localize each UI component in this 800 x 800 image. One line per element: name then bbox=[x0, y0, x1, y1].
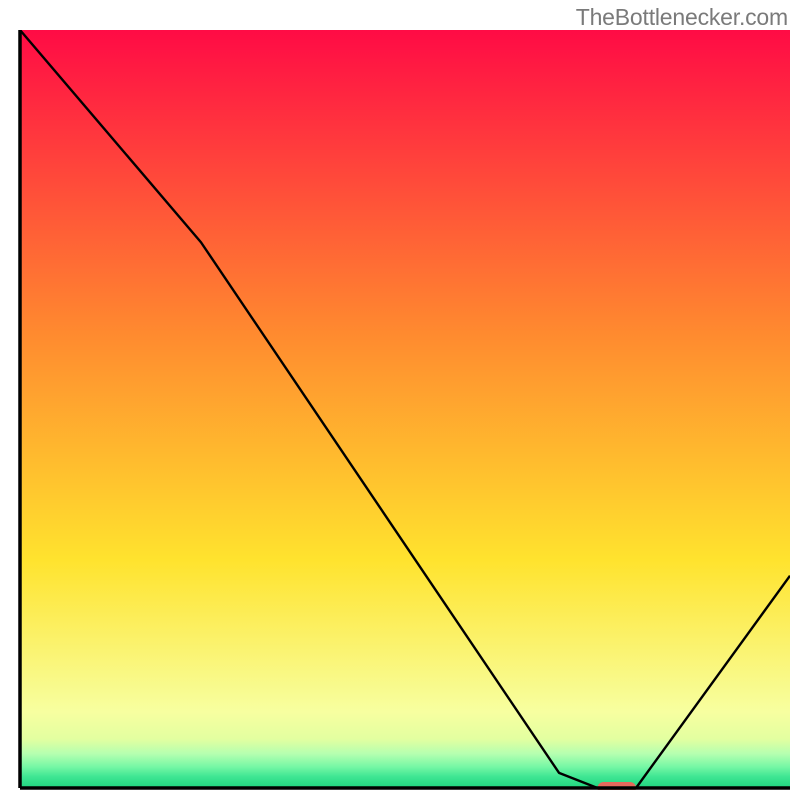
chart-background bbox=[20, 30, 790, 788]
watermark-text: TheBottlenecker.com bbox=[576, 4, 788, 31]
chart-container bbox=[18, 30, 790, 790]
chart-svg bbox=[18, 30, 790, 790]
chart-root: TheBottlenecker.com bbox=[0, 0, 800, 800]
